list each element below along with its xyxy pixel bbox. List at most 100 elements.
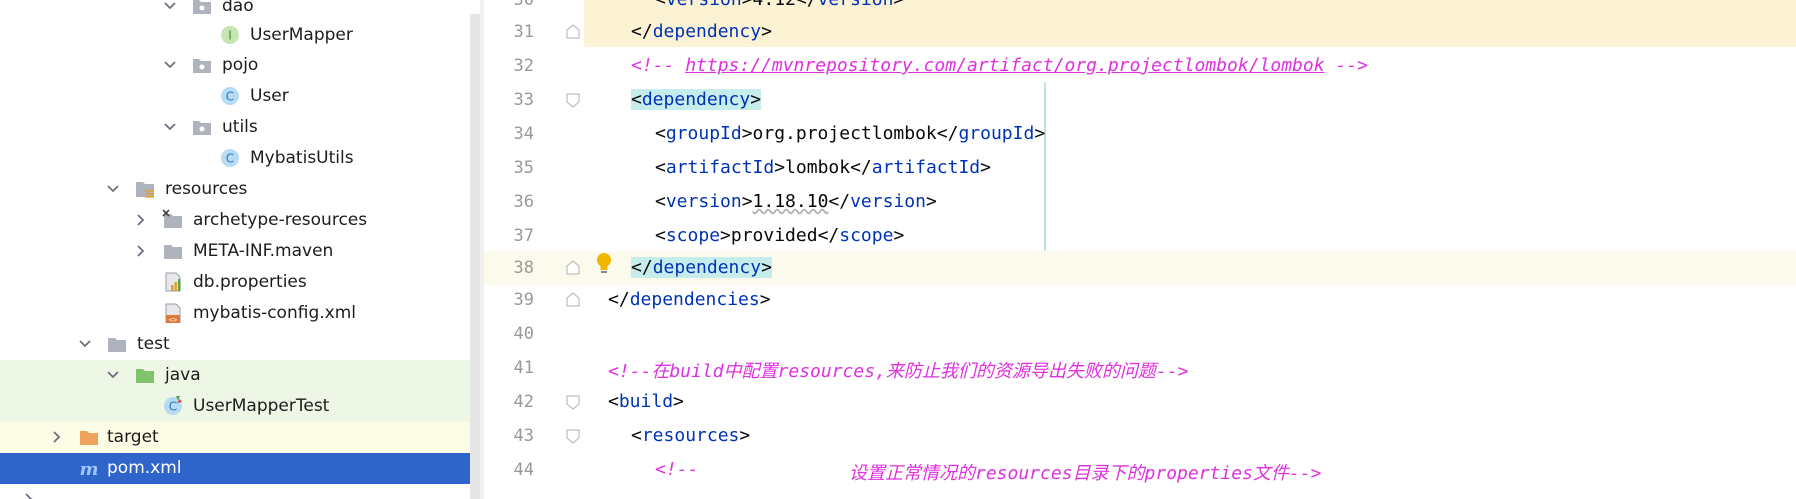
tree-item-label: MybatisUtils xyxy=(250,148,354,168)
tree-item-pom-xml[interactable]: m pom.xml xyxy=(0,453,480,484)
tree-item-resources[interactable]: resources xyxy=(0,174,480,205)
code-text: </dependency> xyxy=(631,257,772,278)
token: </ xyxy=(631,257,653,278)
lightbulb-icon[interactable] xyxy=(594,251,614,277)
token: > xyxy=(980,157,991,178)
line-number: 38 xyxy=(513,258,534,278)
chevron-down-icon[interactable] xyxy=(160,0,180,16)
tree-item-pojo[interactable]: pojo xyxy=(0,50,480,81)
chevron-down-icon[interactable] xyxy=(75,334,95,354)
line-number: 32 xyxy=(513,56,534,76)
tree-item-label: META-INF.maven xyxy=(193,241,334,261)
chevron-down-icon[interactable] xyxy=(103,365,123,385)
line-number: 41 xyxy=(513,358,534,378)
folder-icon xyxy=(108,338,126,352)
token: < xyxy=(655,225,666,246)
token: > xyxy=(741,191,753,212)
token: 1.18.10 xyxy=(752,191,829,212)
tree-item-label: target xyxy=(107,427,159,447)
tree-item-label: db.properties xyxy=(193,272,307,292)
svg-text:I: I xyxy=(228,29,232,43)
tree-item-mybatis-config-xml[interactable]: <> mybatis-config.xml xyxy=(0,298,480,329)
token: </ xyxy=(608,289,630,310)
token: build xyxy=(618,391,674,412)
maven-icon: m xyxy=(79,459,98,479)
fold-end-icon[interactable] xyxy=(565,292,581,308)
excluded-folder-icon xyxy=(162,209,182,228)
tree-item-db-properties[interactable]: db.properties xyxy=(0,267,480,298)
line-number: 36 xyxy=(513,192,534,212)
comment-link[interactable]: https://mvnrepository.com/artifact/org.p… xyxy=(685,55,1324,76)
svg-text:m: m xyxy=(79,459,98,479)
tree-item-meta-inf-maven[interactable]: META-INF.maven xyxy=(0,236,480,267)
code-text: <version>4.12</version> xyxy=(655,0,904,10)
code-comment: <!-- xyxy=(655,459,699,480)
tree-item-utils[interactable]: utils xyxy=(0,112,480,143)
token: > xyxy=(761,21,772,42)
code-text: <scope>provided</scope> xyxy=(655,225,904,246)
svg-text:C: C xyxy=(226,90,234,104)
code-line: 44 <!-- 设置正常情况的resources目录下的properties文件… xyxy=(484,453,1796,487)
line-number: 33 xyxy=(513,90,534,110)
token: < xyxy=(655,191,666,212)
token: groupId xyxy=(665,123,742,144)
token: dependency xyxy=(652,21,762,42)
tree-item-target[interactable]: target xyxy=(0,422,480,453)
line-number: 43 xyxy=(513,426,534,446)
tree-item-label: pojo xyxy=(222,55,259,75)
chevron-right-icon[interactable] xyxy=(131,210,151,230)
tree-item-usermapper[interactable]: I UserMapper xyxy=(0,20,480,51)
token: > xyxy=(893,0,904,10)
fold-end-icon[interactable] xyxy=(565,260,581,276)
chevron-right-icon[interactable] xyxy=(47,427,67,447)
fold-start-icon[interactable] xyxy=(565,394,581,410)
chevron-down-icon[interactable] xyxy=(160,55,180,75)
code-text: <build> xyxy=(608,391,684,412)
tree-item-dao[interactable]: dao xyxy=(0,0,480,22)
tree-item-test[interactable]: test xyxy=(0,329,480,360)
tree-item-label: dao xyxy=(222,0,254,16)
code-line: 36 <version>1.18.10</version> xyxy=(484,185,1796,219)
package-icon xyxy=(193,121,211,135)
tree-scrollbar[interactable] xyxy=(470,14,480,499)
code-text: </dependencies> xyxy=(608,289,771,310)
token: > xyxy=(925,191,937,212)
code-line: 34 <groupId>org.projectlombok</groupId> xyxy=(484,117,1796,151)
tree-item-label: UserMapperTest xyxy=(193,396,330,416)
code-text: <version>1.18.10</version> xyxy=(655,191,937,212)
token: dependencies xyxy=(629,289,760,310)
tree-item-label: mybatis-config.xml xyxy=(193,303,356,323)
fold-start-icon[interactable] xyxy=(565,428,581,444)
chevron-down-icon[interactable] xyxy=(160,117,180,137)
token: version xyxy=(818,0,894,10)
token: dependency xyxy=(652,257,762,278)
token: artifactId xyxy=(871,157,981,178)
line-number: 39 xyxy=(513,290,534,310)
tree-item-partial xyxy=(0,484,480,499)
code-text: <artifactId>lombok</artifactId> xyxy=(655,157,991,178)
code-line: 33 <dependency> xyxy=(484,83,1796,117)
chevron-right-icon[interactable] xyxy=(19,489,39,499)
fold-end-icon[interactable] xyxy=(565,24,581,40)
token: </ xyxy=(828,191,851,212)
tree-item-mybatisutils[interactable]: C MybatisUtils xyxy=(0,143,480,174)
token: groupId xyxy=(958,123,1035,144)
token: < xyxy=(608,391,619,412)
token: > xyxy=(1034,123,1046,144)
token: < xyxy=(631,425,642,446)
fold-start-icon[interactable] xyxy=(565,92,581,108)
line-number: 34 xyxy=(513,124,534,144)
tree-item-java[interactable]: java xyxy=(0,360,480,391)
chevron-down-icon[interactable] xyxy=(103,179,123,199)
code-line: 41 <!--在build中配置resources,来防止我们的资源导出失败的问… xyxy=(484,351,1796,385)
code-editor[interactable]: 30 <version>4.12</version> 31 </dependen… xyxy=(484,0,1796,499)
excluded-folder-icon xyxy=(80,431,98,445)
token: < xyxy=(655,157,666,178)
tree-item-archetype-resources[interactable]: archetype-resources xyxy=(0,205,480,236)
token: </ xyxy=(631,21,653,42)
tree-item-usermappertest[interactable]: C UserMapperTest xyxy=(0,391,480,422)
project-tree: dao I UserMapper pojo C User utils C Myb… xyxy=(0,0,480,499)
chevron-right-icon[interactable] xyxy=(131,241,151,261)
tree-item-user[interactable]: C User xyxy=(0,81,480,112)
token: >lombok</ xyxy=(774,157,872,178)
